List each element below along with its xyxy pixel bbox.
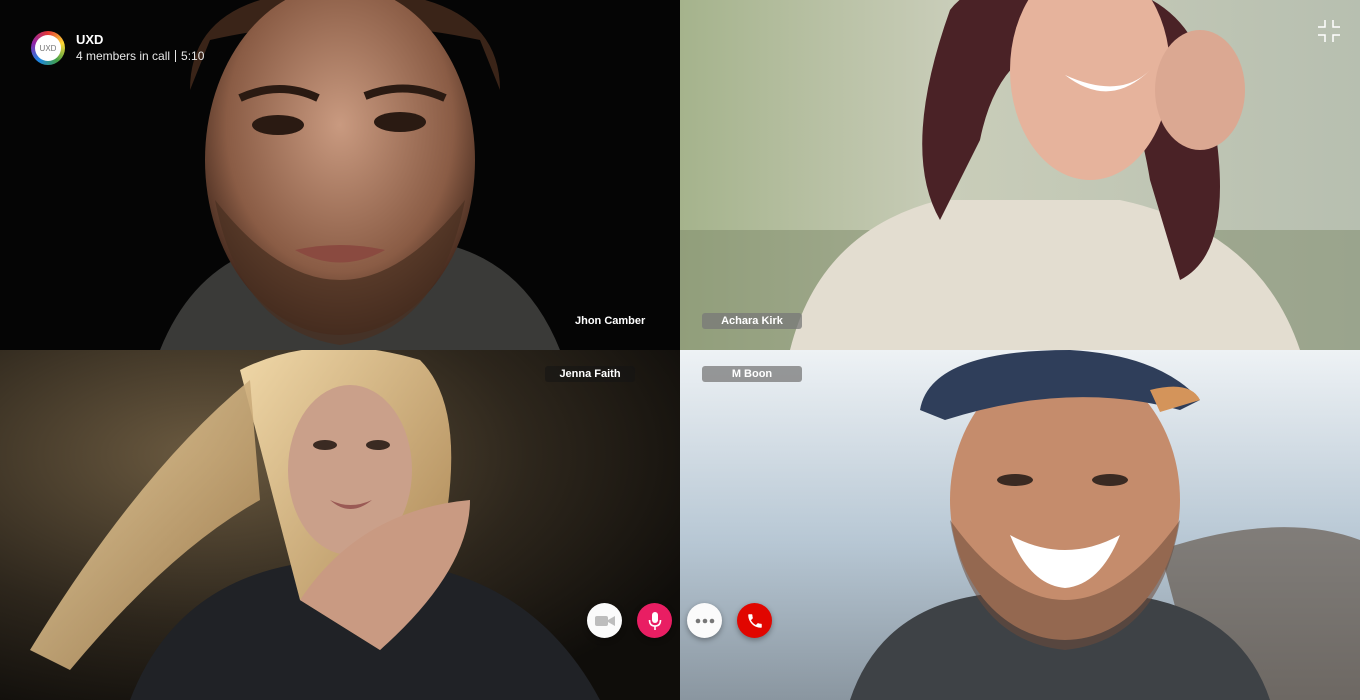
mute-button[interactable] xyxy=(637,603,672,638)
members-count: 4 members in call xyxy=(76,49,171,63)
participant-tile-3[interactable]: Jenna Faith xyxy=(0,350,680,700)
end-call-button[interactable] xyxy=(737,603,772,638)
video-camera-icon xyxy=(594,615,615,626)
participant-tile-2[interactable]: Achara Kirk xyxy=(680,0,1360,350)
microphone-icon xyxy=(648,611,661,630)
participant-video xyxy=(0,350,680,700)
participant-name: Achara Kirk xyxy=(702,313,802,329)
divider xyxy=(175,50,177,62)
logo-text: UXD xyxy=(35,35,61,61)
call-controls xyxy=(587,603,772,638)
phone-icon xyxy=(747,613,762,628)
call-duration: 5:10 xyxy=(181,49,205,63)
video-call-screen: Jhon Camber Achara Kirk Jenna Faith M Bo… xyxy=(0,0,1360,700)
participant-name: M Boon xyxy=(702,366,802,382)
participant-video xyxy=(680,0,1360,350)
participant-tile-4[interactable]: M Boon xyxy=(680,350,1360,700)
group-logo: UXD xyxy=(31,31,65,65)
participant-video xyxy=(680,350,1360,700)
participant-name: Jenna Faith xyxy=(545,366,635,382)
group-name: UXD xyxy=(76,32,104,47)
exit-fullscreen-icon xyxy=(1318,20,1340,42)
participant-name: Jhon Camber xyxy=(575,315,646,327)
more-dots-icon xyxy=(695,618,714,623)
exit-fullscreen-button[interactable] xyxy=(1316,18,1342,44)
call-header: UXD UXD 4 members in call 5:10 xyxy=(31,31,204,65)
more-options-button[interactable] xyxy=(687,603,722,638)
camera-button[interactable] xyxy=(587,603,622,638)
